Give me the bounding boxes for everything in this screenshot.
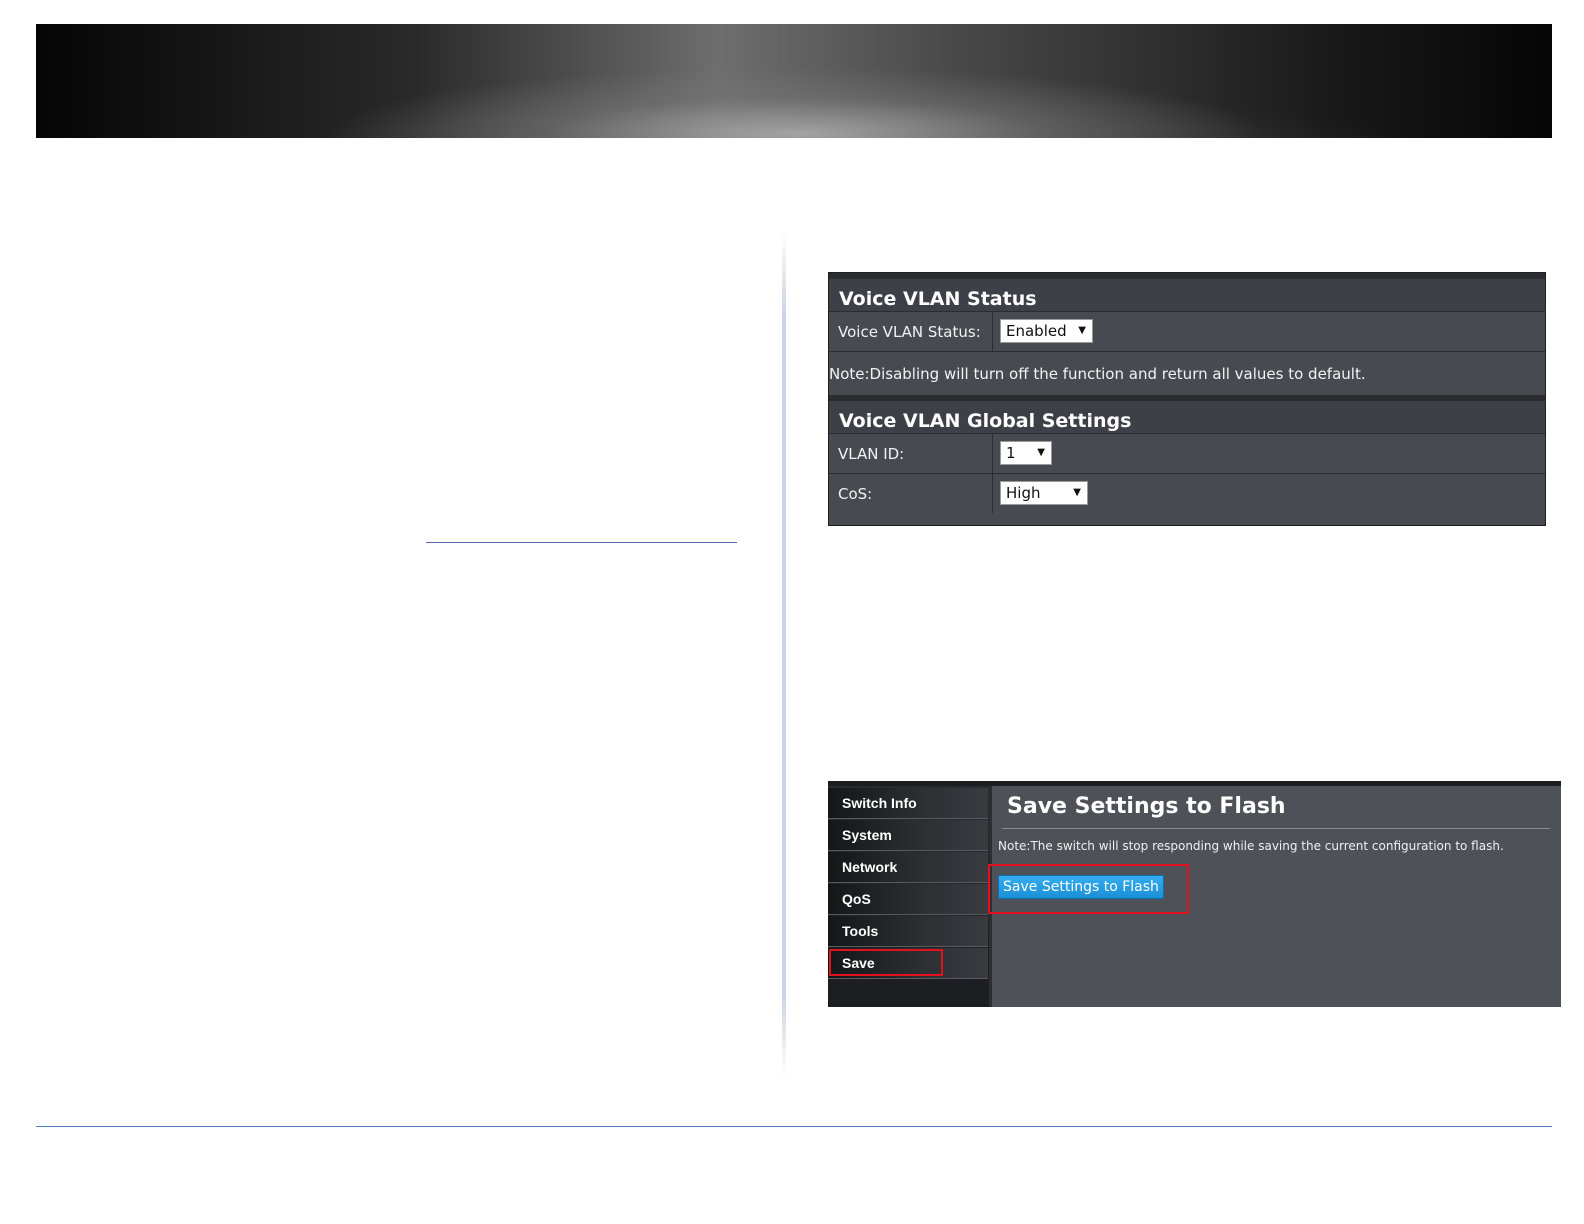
caret-down-icon: ▼ bbox=[1078, 325, 1086, 336]
save-note: Note:The switch will stop responding whi… bbox=[998, 839, 1504, 853]
sidebar-item-tools[interactable]: Tools bbox=[828, 916, 988, 947]
sidebar-nav: Switch Info System Network QoS Tools Sav… bbox=[828, 786, 992, 1007]
save-item-highlight-box bbox=[829, 949, 943, 976]
voice-vlan-global-section-title: Voice VLAN Global Settings bbox=[829, 395, 1545, 433]
sidebar-item-switch-info[interactable]: Switch Info bbox=[828, 788, 988, 819]
voice-vlan-status-value: Enabled bbox=[1006, 322, 1067, 340]
cos-label: CoS: bbox=[829, 474, 993, 513]
link-underline[interactable] bbox=[426, 542, 737, 543]
cos-row: CoS: High ▼ bbox=[829, 473, 1545, 513]
save-settings-to-flash-button[interactable]: Save Settings to Flash bbox=[998, 875, 1164, 899]
vlan-id-label: VLAN ID: bbox=[829, 434, 993, 473]
voice-vlan-note: Note:Disabling will turn off the functio… bbox=[829, 351, 1545, 395]
voice-vlan-status-row: Voice VLAN Status: Enabled ▼ bbox=[829, 311, 1545, 351]
page-title: Save Settings to Flash bbox=[1007, 794, 1286, 819]
header-banner bbox=[36, 24, 1552, 138]
voice-vlan-status-label: Voice VLAN Status: bbox=[829, 312, 993, 351]
cos-select[interactable]: High ▼ bbox=[1000, 481, 1088, 505]
vlan-id-value: 1 bbox=[1006, 444, 1016, 462]
voice-vlan-status-section-title: Voice VLAN Status bbox=[829, 273, 1545, 311]
save-settings-panel: Switch Info System Network QoS Tools Sav… bbox=[828, 781, 1561, 1007]
vlan-id-select[interactable]: 1 ▼ bbox=[1000, 441, 1052, 465]
voice-vlan-panel: Voice VLAN Status Voice VLAN Status: Ena… bbox=[828, 272, 1546, 526]
cos-value: High bbox=[1006, 484, 1041, 502]
vlan-id-row: VLAN ID: 1 ▼ bbox=[829, 433, 1545, 473]
column-divider bbox=[782, 232, 786, 1078]
sidebar-item-qos[interactable]: QoS bbox=[828, 884, 988, 915]
sidebar-item-network[interactable]: Network bbox=[828, 852, 988, 883]
title-divider bbox=[1002, 828, 1550, 829]
sidebar-item-system[interactable]: System bbox=[828, 820, 988, 851]
footer-rule bbox=[36, 1126, 1552, 1127]
voice-vlan-status-select[interactable]: Enabled ▼ bbox=[1000, 319, 1093, 343]
caret-down-icon: ▼ bbox=[1037, 447, 1045, 458]
caret-down-icon: ▼ bbox=[1073, 487, 1081, 498]
